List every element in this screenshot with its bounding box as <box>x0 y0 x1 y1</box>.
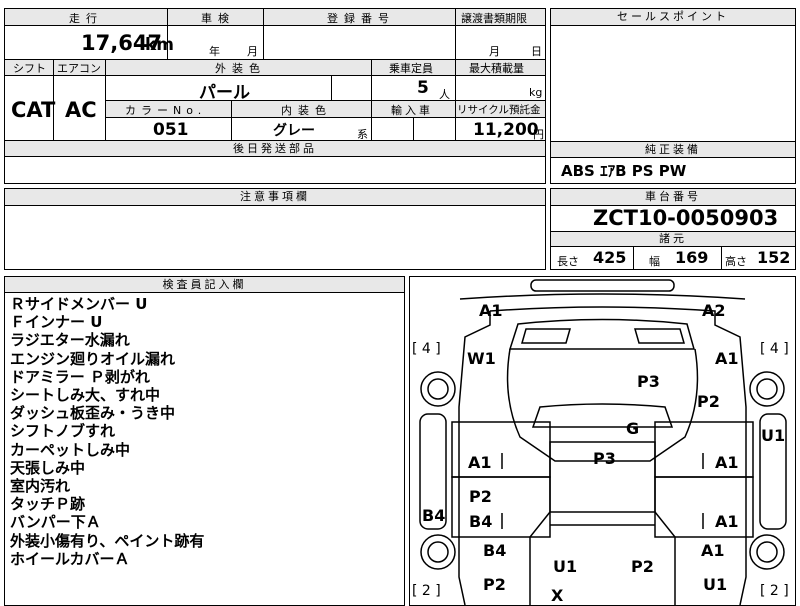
inspector-remarks-box: 検査員記入欄 Ｒサイドメンバー U Ｆインナー U ラジエター水漏れ エンジン廻りオイ… <box>4 276 405 606</box>
mark-roof: P3 <box>593 449 616 468</box>
mark-left-rear-door-b: B4 <box>469 512 493 531</box>
equipment-label: 純正装備 <box>551 142 795 158</box>
remark-line: 室内汚れ <box>10 477 71 496</box>
interior-color-label: 内装色 <box>281 104 332 117</box>
length-label: 長さ <box>557 255 579 268</box>
equipment-box: 純正装備 ABS ｴｱB PS PW <box>550 141 796 184</box>
remark-line: エンジン廻りオイル漏れ <box>10 349 176 368</box>
remark-line: シートしみ大、すれ中 <box>10 386 161 405</box>
mark-rear-left-low: P2 <box>483 575 506 594</box>
capacity-value: 5 <box>417 78 429 98</box>
length-value: 425 <box>593 248 627 267</box>
exterior-color-value: パール <box>199 83 250 103</box>
mark-right-quarter: A1 <box>701 541 725 560</box>
mark-rear-right-low: U1 <box>703 575 728 594</box>
dimensions-label: 諸元 <box>551 232 795 247</box>
transfer-deadline-label: 譲渡書類期限 <box>461 12 527 25</box>
mark-left-front-door: A1 <box>468 453 492 472</box>
mark-rear-right: P2 <box>631 557 654 576</box>
max-load-label: 最大積載量 <box>469 62 524 75</box>
tire-front-right-depth: [ 4 ] <box>760 341 789 357</box>
remark-line: ラジエター水漏れ <box>10 331 130 350</box>
remark-line: ドアミラー Ｐ剥がれ <box>10 367 150 386</box>
remark-line: ダッシュ板歪み・うき中 <box>10 404 176 423</box>
top-info-row: 走行 車検 登録番号 譲渡書類期限 17,647 km 年 月 月 日 <box>4 8 546 60</box>
remarks-list: Ｒサイドメンバー U Ｆインナー U ラジエター水漏れ エンジン廻りオイル漏れ ドアミラ… <box>10 295 204 568</box>
car-outline-diagram <box>419 279 787 605</box>
exterior-color-label: 外装色 <box>215 62 266 75</box>
shipping-parts-box: 後日発送部品 <box>4 140 546 184</box>
transfer-day: 日 <box>531 45 542 58</box>
aircon-label: エアコン <box>57 62 101 75</box>
remark-line: Ｆインナー U <box>10 313 103 332</box>
inspector-label: 検査員記入欄 <box>5 277 404 293</box>
remark-line: Ｒサイドメンバー U <box>10 295 148 313</box>
capacity-unit: 人 <box>439 88 450 101</box>
chassis-label: 車台番号 <box>551 189 795 206</box>
inspection-label: 車検 <box>201 12 235 25</box>
remark-line: タッチＰ跡 <box>10 495 86 514</box>
sales-point-box: セールスポイント <box>550 8 796 142</box>
height-label: 高さ <box>725 255 747 268</box>
shift-label: シフト <box>13 62 46 75</box>
sales-point-label: セールスポイント <box>551 9 795 26</box>
import-label: 輸入車 <box>391 104 433 117</box>
shipping-parts-label: 後日発送部品 <box>5 141 545 157</box>
spec-row: シフト エアコン 外装色 乗車定員 最大積載量 CAT AC パール 5 人 k… <box>4 59 546 141</box>
registration-label: 登録番号 <box>327 12 395 25</box>
color-no-label: カラーNo. <box>125 104 207 117</box>
notes-label: 注意事項欄 <box>5 189 545 206</box>
mark-left-side-bar: B4 <box>422 506 446 525</box>
mark-left-rear-door-p: P2 <box>469 487 492 506</box>
capacity-label: 乗車定員 <box>389 62 433 75</box>
transfer-month: 月 <box>489 45 500 58</box>
remark-line: バンパー下Ａ <box>10 513 101 532</box>
recycle-value: 11,200 <box>473 120 539 140</box>
mark-rear-center: X <box>551 586 564 605</box>
mark-rear-left: U1 <box>553 557 578 576</box>
car-diagram-box: [ 4 ] [ 4 ] [ 2 ] [ 2 ] A1 A2 W1 A1 P3 P… <box>409 276 796 606</box>
mark-right-rear-door: A1 <box>715 512 739 531</box>
remark-line: シフトノブすれ <box>10 422 116 441</box>
mark-left-quarter: B4 <box>483 541 507 560</box>
inspection-year: 年 <box>209 45 220 58</box>
notes-box: 注意事項欄 <box>4 188 546 270</box>
remark-line: カーペットしみ中 <box>10 440 131 459</box>
remark-line: 外装小傷有り、ペイント跡有 <box>10 531 205 550</box>
mark-front-right-corner: A2 <box>702 301 726 320</box>
mark-right-fender-panel: P2 <box>697 392 720 411</box>
inspection-month: 月 <box>247 45 258 58</box>
remark-line: 天張しみ中 <box>10 458 86 477</box>
mileage-unit: km <box>145 35 175 55</box>
tire-rear-right-depth: [ 2 ] <box>760 583 789 599</box>
mark-front-left-corner: A1 <box>479 301 503 320</box>
mileage-label: 走行 <box>69 12 103 25</box>
tire-front-left-depth: [ 4 ] <box>412 341 441 357</box>
chassis-number: ZCT10-0050903 <box>593 206 779 230</box>
width-value: 169 <box>675 248 709 267</box>
mark-hood: P3 <box>637 372 660 391</box>
width-label: 幅 <box>649 255 660 268</box>
aircon-value: AC <box>65 98 97 122</box>
mark-right-side-bar: U1 <box>761 426 786 445</box>
mark-windshield: W1 <box>467 349 496 368</box>
height-value: 152 <box>757 248 791 267</box>
interior-color-value: グレー <box>273 123 315 139</box>
max-load-unit: kg <box>529 86 543 99</box>
shift-value: CAT <box>11 98 56 122</box>
mark-roof-front: G <box>626 419 640 438</box>
color-no-value: 051 <box>153 120 189 140</box>
mark-front-right-fender: A1 <box>715 349 739 368</box>
chassis-box: 車台番号 ZCT10-0050903 諸元 長さ 425 幅 169 高さ 15… <box>550 188 796 270</box>
equipment-value: ABS ｴｱB PS PW <box>561 162 687 180</box>
remark-line: ホイールカバーＡ <box>10 549 130 568</box>
recycle-label: リサイクル預託金 <box>457 104 541 116</box>
tire-rear-left-depth: [ 2 ] <box>412 583 441 599</box>
mark-right-front-door: A1 <box>715 453 739 472</box>
